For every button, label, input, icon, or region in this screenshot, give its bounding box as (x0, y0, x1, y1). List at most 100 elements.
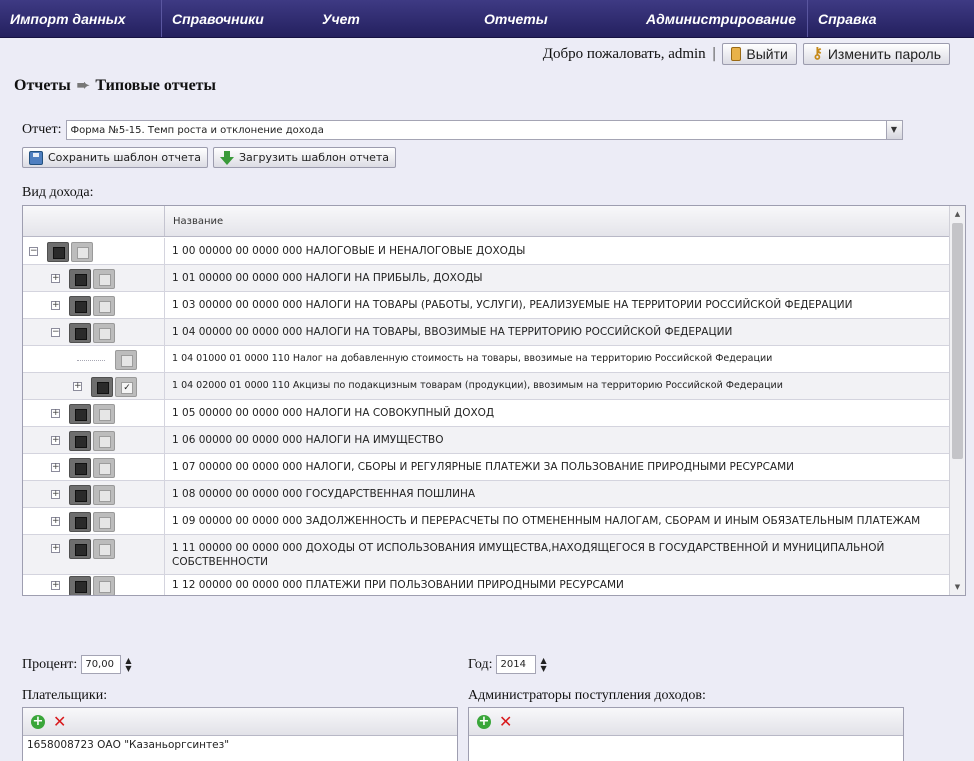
payer-item[interactable]: 1658008723 ОАО "Казаньоргсинтез" (23, 736, 457, 754)
partial-checkbox[interactable] (69, 403, 91, 424)
tree-row[interactable]: +1 04 02000 01 0000 110 Акцизы по подакц… (23, 373, 950, 400)
tree-row[interactable]: +1 06 00000 00 0000 000 НАЛОГИ НА ИМУЩЕС… (23, 427, 950, 454)
tree-cell: + (23, 265, 165, 291)
scroll-thumb[interactable] (952, 223, 963, 459)
menu-accounting[interactable]: Учет (312, 0, 474, 37)
expand-icon[interactable]: + (51, 300, 60, 310)
chevron-down-icon[interactable]: ▼ (885, 121, 902, 139)
spin-down-icon[interactable]: ▼ (125, 664, 131, 673)
menu-import[interactable]: Импорт данных (0, 0, 162, 37)
income-tree-grid: Название − 1 00 00000 00 0000 000 НАЛОГОВ… (22, 205, 966, 596)
partial-checkbox[interactable] (69, 538, 91, 559)
breadcrumb-reports[interactable]: Отчеты (14, 77, 71, 95)
payers-label: Плательщики: (22, 688, 108, 703)
expand-icon[interactable]: + (51, 543, 60, 553)
row-checkbox[interactable] (71, 241, 93, 262)
row-checkbox[interactable] (93, 322, 115, 343)
expand-icon[interactable]: + (51, 462, 60, 472)
floppy-disk-icon (29, 150, 43, 165)
partial-checkbox[interactable] (69, 511, 91, 532)
expand-icon[interactable]: + (51, 435, 60, 445)
row-checkbox[interactable] (93, 268, 115, 289)
report-select[interactable]: Форма №5-15. Темп роста и отклонение дох… (65, 120, 903, 140)
change-password-button[interactable]: ⚷ Изменить пароль (802, 43, 950, 65)
tree-row[interactable]: − 1 04 00000 00 0000 000 НАЛОГИ НА ТОВАРЫ… (23, 319, 950, 346)
tree-row[interactable]: +1 05 00000 00 0000 000 НАЛОГИ НА СОВОКУ… (23, 400, 950, 427)
tree-row[interactable]: +1 12 00000 00 0000 000 ПЛАТЕЖИ ПРИ ПОЛЬ… (23, 575, 950, 595)
row-checkbox[interactable] (93, 430, 115, 451)
scroll-down-icon[interactable]: ▼ (950, 579, 965, 595)
arrow-right-icon: ➨ (76, 78, 90, 94)
row-checkbox[interactable] (93, 575, 115, 595)
tree-row[interactable]: 1 04 01000 01 0000 110 Налог на добавлен… (23, 346, 950, 373)
tree-row[interactable]: +1 07 00000 00 0000 000 НАЛОГИ, СБОРЫ И … (23, 454, 950, 481)
partial-checkbox[interactable] (47, 241, 69, 262)
menu-administration[interactable]: Администрирование (636, 0, 808, 37)
expand-icon[interactable]: + (51, 580, 60, 590)
delete-icon[interactable]: ✕ (53, 713, 66, 729)
year-input[interactable]: 2014 (496, 655, 537, 674)
expand-icon[interactable]: + (51, 408, 60, 418)
expand-icon[interactable]: + (51, 516, 60, 526)
admins-toolbar: + ✕ (469, 708, 903, 736)
partial-checkbox[interactable] (91, 376, 113, 397)
tree-connector (77, 359, 105, 361)
expand-icon[interactable]: + (51, 489, 60, 499)
row-checkbox[interactable] (93, 511, 115, 532)
percent-input[interactable]: 70,00 (81, 655, 122, 674)
admins-panel: + ✕ (468, 707, 904, 761)
menu-reports[interactable]: Отчеты (474, 0, 636, 37)
tree-row[interactable]: +1 08 00000 00 0000 000 ГОСУДАРСТВЕННАЯ … (23, 481, 950, 508)
change-password-label: Изменить пароль (827, 46, 941, 62)
spin-down-icon[interactable]: ▼ (540, 664, 546, 673)
tree-row[interactable]: +1 03 00000 00 0000 000 НАЛОГИ НА ТОВАРЫ… (23, 292, 950, 319)
add-icon[interactable]: + (31, 714, 45, 729)
row-checkbox[interactable] (93, 403, 115, 424)
tree-row[interactable]: +1 01 00000 00 0000 000 НАЛОГИ НА ПРИБЫЛ… (23, 265, 950, 292)
separator: | (711, 46, 717, 62)
tree-row[interactable]: +1 11 00000 00 0000 000 ДОХОДЫ ОТ ИСПОЛЬ… (23, 535, 950, 575)
download-arrow-icon (219, 150, 234, 165)
partial-checkbox[interactable] (69, 457, 91, 478)
load-template-button[interactable]: Загрузить шаблон отчета (212, 147, 397, 168)
add-icon[interactable]: + (477, 714, 491, 729)
expand-icon[interactable]: + (73, 381, 82, 391)
row-checkbox[interactable] (93, 295, 115, 316)
collapse-icon[interactable]: − (51, 327, 60, 337)
row-checkbox[interactable] (93, 457, 115, 478)
tree-cell: + (23, 481, 165, 507)
percent-label: Процент: (22, 656, 78, 672)
main-menu: Импорт данных Справочники Учет Отчеты Ад… (0, 0, 974, 38)
scroll-up-icon[interactable]: ▲ (950, 206, 965, 222)
partial-checkbox[interactable] (69, 430, 91, 451)
tree-row[interactable]: +1 09 00000 00 0000 000 ЗАДОЛЖЕННОСТЬ И … (23, 508, 950, 535)
income-type-label: Вид дохода: (22, 185, 94, 200)
year-spinner[interactable]: ▲ ▼ (540, 656, 546, 673)
collapse-icon[interactable]: − (29, 246, 38, 256)
expand-icon[interactable]: + (51, 273, 60, 283)
load-template-label: Загрузить шаблон отчета (238, 151, 390, 164)
row-name: 1 08 00000 00 0000 000 ГОСУДАРСТВЕННАЯ П… (172, 488, 476, 500)
row-checkbox[interactable] (115, 349, 137, 370)
logout-button[interactable]: Выйти (722, 43, 797, 65)
grid-scrollbar[interactable]: ▲ ▼ (949, 206, 965, 595)
save-template-button[interactable]: Сохранить шаблон отчета (22, 147, 208, 168)
tree-cell: + (23, 508, 165, 534)
row-checkbox[interactable] (93, 538, 115, 559)
row-checkbox[interactable] (93, 484, 115, 505)
menu-help[interactable]: Справка (808, 0, 974, 37)
menu-references[interactable]: Справочники (162, 0, 312, 37)
row-checkbox[interactable] (115, 376, 137, 397)
report-select-value: Форма №5-15. Темп роста и отклонение дох… (70, 124, 324, 136)
partial-checkbox[interactable] (69, 575, 91, 595)
partial-checkbox[interactable] (69, 484, 91, 505)
tree-cell: + (23, 292, 165, 318)
tree-row[interactable]: − 1 00 00000 00 0000 000 НАЛОГОВЫЕ И НЕНА… (23, 238, 950, 265)
tree-cell: + (23, 373, 165, 399)
partial-checkbox[interactable] (69, 268, 91, 289)
partial-checkbox[interactable] (69, 295, 91, 316)
partial-checkbox[interactable] (69, 322, 91, 343)
delete-icon[interactable]: ✕ (499, 713, 512, 729)
name-column-header[interactable]: Название (165, 206, 223, 236)
percent-spinner[interactable]: ▲ ▼ (125, 656, 131, 673)
